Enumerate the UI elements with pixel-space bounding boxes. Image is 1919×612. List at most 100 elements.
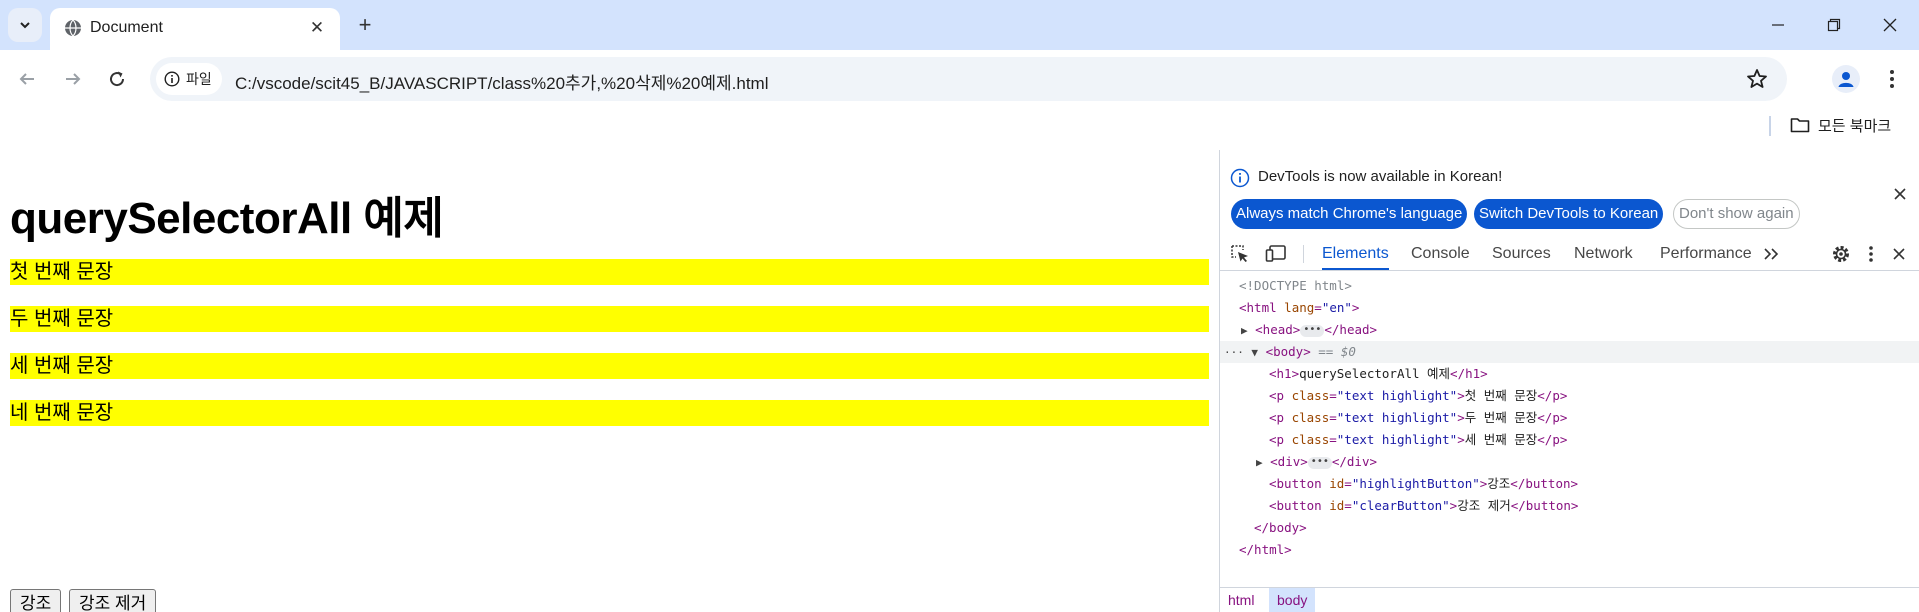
title-bar: Document ✕ + [0, 0, 1919, 50]
h1-text: querySelectorAll 예제 [1299, 366, 1451, 381]
dom-node-body[interactable]: ··· ▼ <body> == $0 [1220, 341, 1919, 363]
info-icon [164, 71, 180, 87]
expand-triangle-icon[interactable]: ▶ [1256, 456, 1263, 469]
devtools-panel: DevTools is now available in Korean! Alw… [1219, 150, 1919, 612]
dom-node-p[interactable]: <p class="text highlight">두 번째 문장</p> [1220, 407, 1919, 429]
back-button[interactable] [12, 64, 42, 94]
reload-icon [110, 71, 125, 87]
body-close-tag: </body> [1254, 520, 1307, 535]
h1-open-tag: <h1> [1269, 366, 1300, 381]
address-bar[interactable]: 파일 C:/vscode/scit45_B/JAVASCRIPT/class%2… [150, 57, 1787, 101]
all-bookmarks-button[interactable]: 모든 북마크 [1790, 114, 1891, 136]
chevron-double-right-icon [1764, 248, 1779, 260]
h1-close-tag: </h1> [1450, 366, 1488, 381]
breadcrumb-body[interactable]: body [1269, 588, 1316, 612]
dont-show-again-button[interactable]: Don't show again [1673, 199, 1800, 229]
more-tabs-button[interactable] [1760, 242, 1784, 266]
forward-button[interactable] [58, 64, 88, 94]
url-text[interactable]: C:/vscode/scit45_B/JAVASCRIPT/class%20추가… [235, 69, 769, 94]
profile-button[interactable] [1832, 65, 1860, 93]
head-open-tag: <head> [1255, 322, 1301, 337]
inspect-element-button[interactable] [1228, 242, 1252, 266]
p-text: 두 번째 문장 [1464, 410, 1538, 425]
dom-node-button[interactable]: <button id="clearButton">강조 제거</button> [1220, 495, 1919, 517]
p-text: 세 번째 문장 [1464, 432, 1538, 447]
more-vert-icon [1869, 246, 1873, 262]
tab-sources[interactable]: Sources [1492, 237, 1551, 270]
breadcrumb-html[interactable]: html [1220, 588, 1262, 612]
browser-toolbar: 파일 C:/vscode/scit45_B/JAVASCRIPT/class%2… [0, 50, 1919, 108]
dom-node-html-close[interactable]: </html> [1220, 539, 1919, 561]
reload-button[interactable] [102, 64, 132, 94]
device-toolbar-button[interactable] [1264, 242, 1288, 266]
globe-icon [65, 19, 81, 37]
tab-console[interactable]: Console [1411, 237, 1470, 270]
chevron-down-icon [20, 22, 30, 29]
site-info-chip[interactable]: 파일 [156, 63, 222, 95]
infobar-close-button[interactable] [1890, 184, 1910, 204]
tab-performance[interactable]: Performance [1660, 237, 1752, 270]
devtools-language-infobar: DevTools is now available in Korean! Alw… [1220, 150, 1919, 232]
head-close-tag: </head> [1324, 322, 1378, 337]
expand-triangle-icon[interactable]: ▶ [1241, 324, 1248, 337]
infobar-message: DevTools is now available in Korean! [1258, 168, 1503, 185]
p-text: 첫 번째 문장 [1464, 388, 1538, 403]
html-open-tag: <html [1239, 300, 1277, 315]
close-icon [1883, 18, 1897, 32]
avatar-icon [1838, 72, 1854, 87]
highlight-paragraph: 네 번째 문장 [10, 400, 1209, 426]
highlight-paragraph: 세 번째 문장 [10, 353, 1209, 379]
close-icon [1893, 248, 1905, 260]
page-viewport: querySelectorAll 예제 첫 번째 문장 두 번째 문장 세 번째… [0, 142, 1219, 612]
close-window-button[interactable] [1870, 10, 1910, 40]
collapsed-ellipsis-icon[interactable]: ••• [1307, 456, 1332, 469]
dom-node-div[interactable]: ▶ <div> ••• </div> [1220, 451, 1919, 473]
highlight-paragraph: 첫 번째 문장 [10, 259, 1209, 285]
dom-node-p[interactable]: <p class="text highlight">세 번째 문장</p> [1220, 429, 1919, 451]
browser-tab[interactable]: Document ✕ [50, 8, 340, 50]
device-toggle-icon [1265, 245, 1286, 262]
toolbar-separator [1303, 245, 1304, 263]
collapsed-ellipsis-icon[interactable]: ••• [1300, 324, 1325, 337]
bookmark-star-icon[interactable] [1745, 67, 1769, 91]
devtools-menu-button[interactable] [1859, 242, 1883, 266]
dom-node-head[interactable]: ▶ <head> ••• </head> [1220, 319, 1919, 341]
dom-node-button[interactable]: <button id="highlightButton">강조</button> [1220, 473, 1919, 495]
selected-node-marker: == $0 [1318, 344, 1356, 359]
tab-elements[interactable]: Elements [1322, 237, 1389, 270]
site-info-label: 파일 [186, 71, 212, 87]
inspect-cursor-icon [1231, 245, 1248, 262]
gear-icon [1833, 246, 1849, 262]
close-devtools-button[interactable] [1887, 242, 1911, 266]
always-match-language-button[interactable]: Always match Chrome's language [1231, 199, 1468, 229]
restore-icon [1827, 18, 1841, 32]
dom-node-h1[interactable]: <h1>querySelectorAll 예제</h1> [1220, 363, 1919, 385]
page-heading: querySelectorAll 예제 [10, 194, 444, 243]
minimize-button[interactable] [1758, 10, 1798, 40]
new-tab-button[interactable]: + [352, 12, 378, 38]
tab-network[interactable]: Network [1574, 237, 1633, 270]
more-actions-icon[interactable]: ··· [1224, 346, 1244, 359]
arrow-left-icon [19, 73, 34, 85]
lang-value: "en" [1321, 300, 1352, 315]
highlight-button[interactable]: 강조 [10, 589, 62, 612]
div-open-tag: <div> [1270, 454, 1308, 469]
dom-node-doctype[interactable]: <!DOCTYPE html> [1220, 275, 1919, 297]
more-vert-icon [1890, 70, 1894, 88]
minimize-icon [1772, 24, 1784, 26]
switch-to-korean-button[interactable]: Switch DevTools to Korean [1474, 199, 1664, 229]
close-tab-icon[interactable]: ✕ [306, 17, 328, 39]
dom-node-html[interactable]: <html lang="en"> [1220, 297, 1919, 319]
restore-button[interactable] [1814, 10, 1854, 40]
tab-search-button[interactable] [8, 8, 42, 42]
all-bookmarks-label: 모든 북마크 [1818, 117, 1892, 135]
body-open-tag: <body> [1265, 344, 1311, 359]
doctype-text: <!DOCTYPE html> [1239, 278, 1352, 293]
clear-highlight-button[interactable]: 강조 제거 [69, 589, 157, 612]
dom-node-p[interactable]: <p class="text highlight">첫 번째 문장</p> [1220, 385, 1919, 407]
dom-node-body-close[interactable]: </body> [1220, 517, 1919, 539]
info-icon [1230, 168, 1250, 188]
collapse-triangle-icon[interactable]: ▼ [1251, 346, 1258, 359]
browser-menu-button[interactable] [1882, 64, 1902, 94]
devtools-settings-button[interactable] [1829, 242, 1853, 266]
